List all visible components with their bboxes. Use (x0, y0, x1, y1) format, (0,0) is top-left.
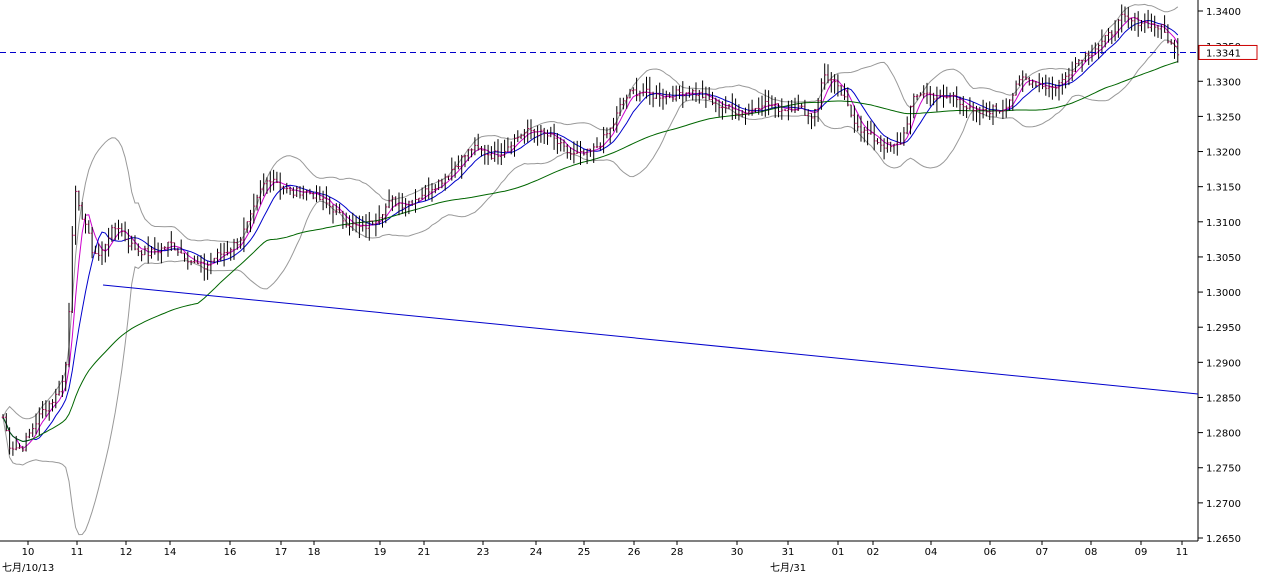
x-tick-label: 19 (374, 547, 387, 558)
x-tick-label: 08 (1085, 547, 1098, 558)
x-tick-label: 21 (418, 547, 431, 558)
x-tick-label: 23 (477, 547, 490, 558)
y-tick-label: 1.3150 (1206, 183, 1241, 194)
x-tick-label: 25 (578, 547, 591, 558)
y-tick-label: 1.3000 (1206, 288, 1241, 299)
y-tick-label: 1.3250 (1206, 112, 1241, 123)
x-tick-label: 10 (22, 547, 35, 558)
y-tick-label: 1.2800 (1206, 429, 1241, 440)
x-tick-label: 12 (120, 547, 133, 558)
x-tick-label: 17 (275, 547, 288, 558)
y-tick-label: 1.2850 (1206, 393, 1241, 404)
x-tick-label: 28 (671, 547, 684, 558)
x-tick-label: 16 (224, 547, 237, 558)
current-price-marker: 1.3341 (1198, 44, 1258, 60)
x-tick-label: 24 (530, 547, 543, 558)
y-tick-label: 1.2900 (1206, 358, 1241, 369)
x-tick-label: 06 (984, 547, 997, 558)
y-tick-label: 1.2950 (1206, 323, 1241, 334)
x-tick-label: 14 (164, 547, 177, 558)
x-tick-label: 09 (1135, 547, 1148, 558)
y-tick-label: 1.2750 (1206, 464, 1241, 475)
x-tick-label: 11 (1176, 547, 1189, 558)
x-tick-label: 31 (782, 547, 795, 558)
current-price-label: 1.3341 (1206, 48, 1241, 59)
y-tick-label: 1.3050 (1206, 253, 1241, 264)
x-tick-label: 01 (832, 547, 845, 558)
y-tick-label: 1.3300 (1206, 77, 1241, 88)
x-tick-label: 04 (925, 547, 938, 558)
y-tick-label: 1.3400 (1206, 7, 1241, 18)
plot-area (0, 0, 1198, 541)
x-tick-label: 18 (308, 547, 321, 558)
x-tick-label: 26 (628, 547, 641, 558)
x-axis-ticks: 10 11 12 14 16 17 18 19 21 23 24 25 26 28 30 31 01 02 04 06… (2, 541, 1188, 573)
x-tick-label: 02 (867, 547, 880, 558)
y-tick-label: 1.2650 (1206, 534, 1241, 545)
price-chart: 1.34001.33501.33001.32501.32001.31501.31… (0, 0, 1258, 573)
y-tick-label: 1.3100 (1206, 218, 1241, 229)
y-axis-ticks: 1.34001.33501.33001.32501.32001.31501.31… (1198, 7, 1241, 545)
x-tick-label: 30 (731, 547, 744, 558)
y-tick-label: 1.3200 (1206, 148, 1241, 159)
x-tick-label: 11 (71, 547, 84, 558)
x-tick-label: 07 (1036, 547, 1049, 558)
y-tick-label: 1.2700 (1206, 499, 1241, 510)
x-period-label: 七月/10/13 (2, 562, 54, 573)
x-period-label: 七月/31 (770, 562, 806, 573)
